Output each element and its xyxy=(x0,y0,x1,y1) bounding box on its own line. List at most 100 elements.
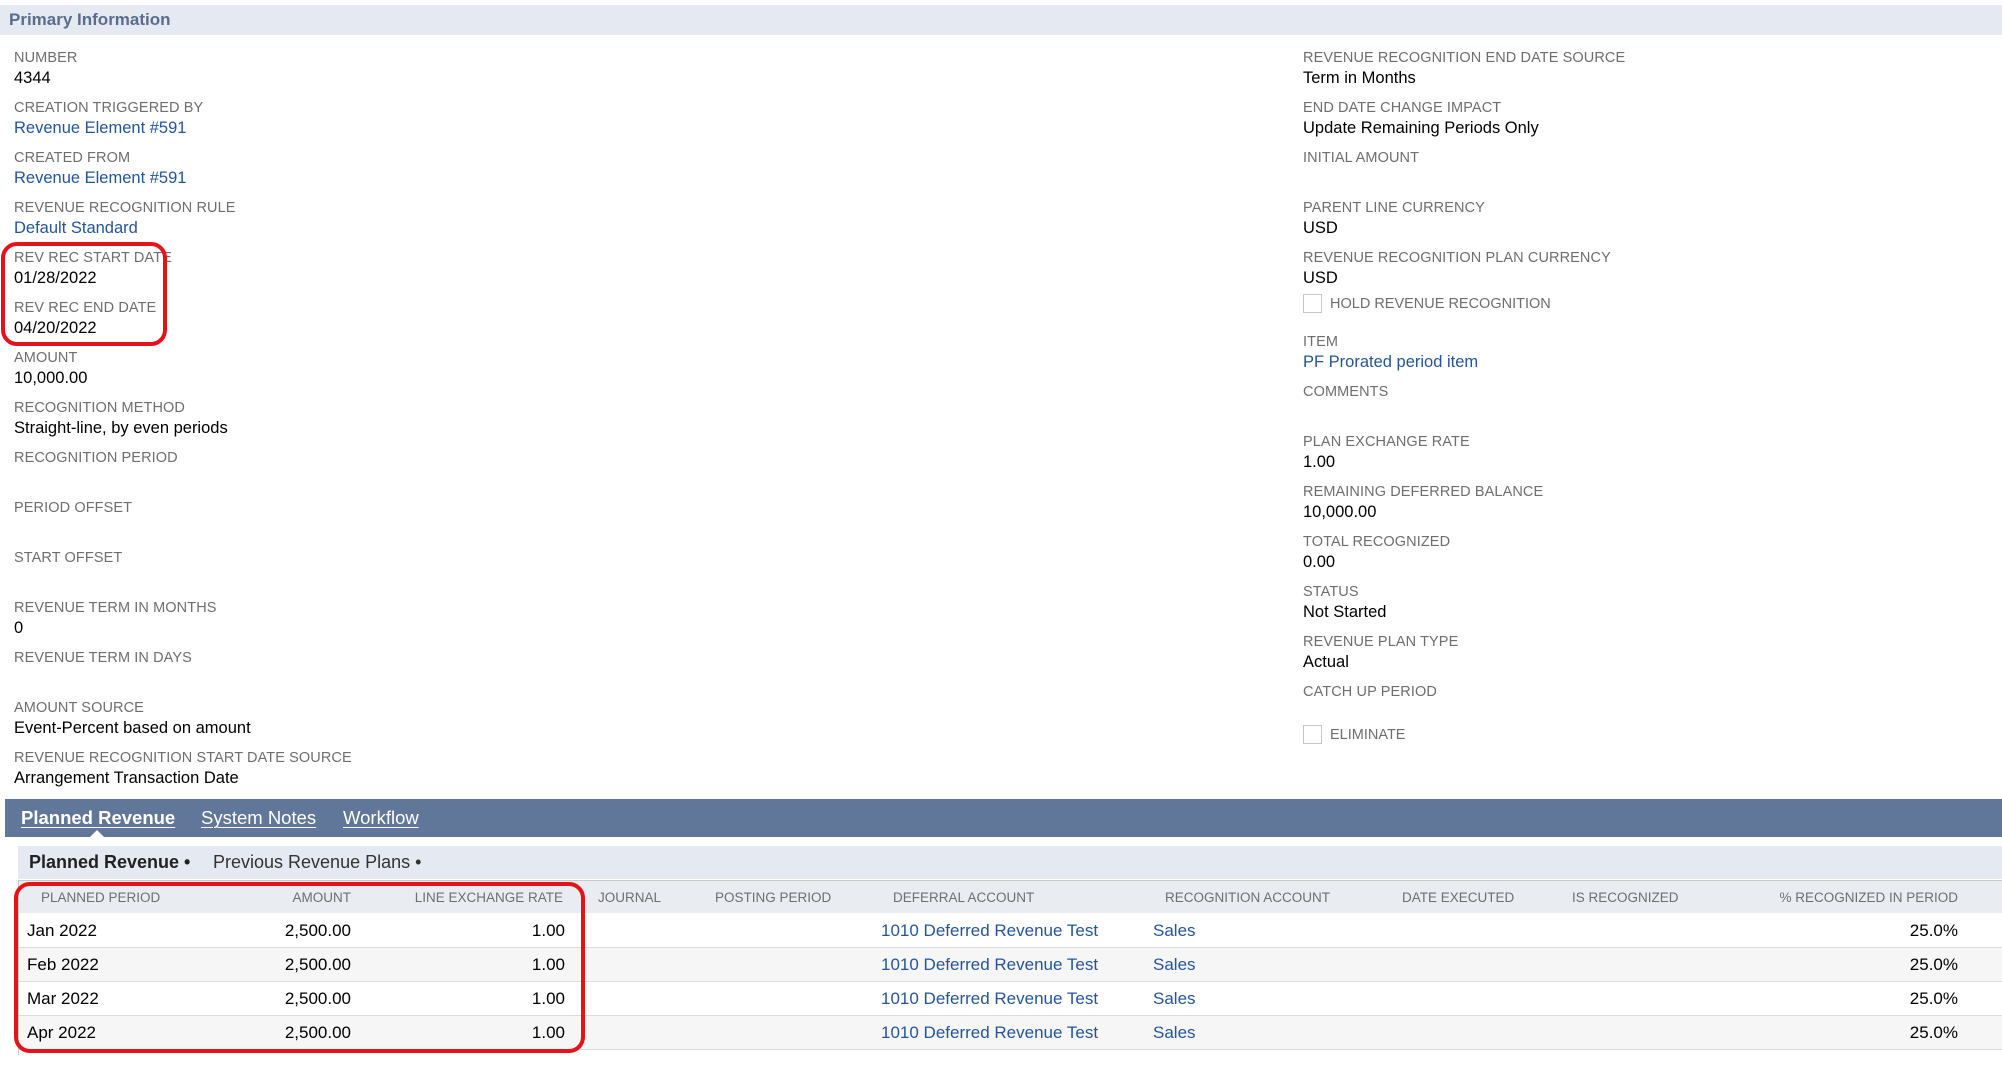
cell-line-exchange-rate: 1.00 xyxy=(531,955,565,974)
planned-revenue-table: PLANNED PERIOD AMOUNT LINE EXCHANGE RATE… xyxy=(18,880,2002,1055)
field-amount-source: AMOUNT SOURCE Event-Percent based on amo… xyxy=(14,698,251,739)
field-initial-amount: INITIAL AMOUNT xyxy=(1303,148,1419,168)
field-rev-rec-end-date: REV REC END DATE 04/20/2022 xyxy=(14,298,156,339)
cell-line-exchange-rate: 1.00 xyxy=(531,921,565,940)
field-amount: AMOUNT 10,000.00 xyxy=(14,348,87,389)
deferral-account-link[interactable]: 1010 Deferred Revenue Test xyxy=(881,1016,1098,1050)
field-label: RECOGNITION PERIOD xyxy=(14,450,178,466)
table-row[interactable]: Feb 2022 2,500.00 1.00 1010 Deferred Rev… xyxy=(19,948,2002,982)
column-header-date-executed[interactable]: DATE EXECUTED xyxy=(1402,881,1514,914)
field-number: NUMBER 4344 xyxy=(14,48,77,89)
cell-planned-period: Jan 2022 xyxy=(27,921,97,940)
field-plan-currency: REVENUE RECOGNITION PLAN CURRENCY USD xyxy=(1303,248,1611,289)
field-label: INITIAL AMOUNT xyxy=(1303,150,1420,166)
field-value: Update Remaining Periods Only xyxy=(1303,119,1539,137)
cell-line-exchange-rate: 1.00 xyxy=(531,1023,565,1042)
recognition-account-link[interactable]: Sales xyxy=(1153,1016,1196,1050)
tab-workflow[interactable]: Workflow xyxy=(343,799,419,837)
cell-planned-period: Apr 2022 xyxy=(27,1023,96,1042)
field-plan-exchange-rate: PLAN EXCHANGE RATE 1.00 xyxy=(1303,432,1470,473)
cell-pct-recognized: 25.0% xyxy=(1909,989,1958,1008)
field-label: CREATION TRIGGERED BY xyxy=(14,100,204,116)
revenue-rule-link[interactable]: Default Standard xyxy=(14,218,236,239)
field-label: START OFFSET xyxy=(14,550,123,566)
field-remaining-deferred-balance: REMAINING DEFERRED BALANCE 10,000.00 xyxy=(1303,482,1543,523)
cell-pct-recognized: 25.0% xyxy=(1909,955,1958,974)
item-link[interactable]: PF Prorated period item xyxy=(1303,352,1478,373)
field-value: USD xyxy=(1303,269,1338,287)
field-revenue-term-in-months: REVENUE TERM IN MONTHS 0 xyxy=(14,598,217,639)
field-value: 4344 xyxy=(14,69,51,87)
table-row[interactable]: Apr 2022 2,500.00 1.00 1010 Deferred Rev… xyxy=(19,1016,2002,1050)
subtab-planned-revenue[interactable]: Planned Revenue • xyxy=(29,846,190,879)
recognition-account-link[interactable]: Sales xyxy=(1153,948,1196,982)
cell-pct-recognized: 25.0% xyxy=(1909,921,1958,940)
table-row[interactable]: Jan 2022 2,500.00 1.00 1010 Deferred Rev… xyxy=(19,914,2002,948)
cell-amount: 2,500.00 xyxy=(284,1023,351,1042)
deferral-account-link[interactable]: 1010 Deferred Revenue Test xyxy=(881,914,1098,948)
column-header-recognition-account[interactable]: RECOGNITION ACCOUNT xyxy=(1165,881,1330,914)
field-created-from: CREATED FROM Revenue Element #591 xyxy=(14,148,186,189)
field-label: PERIOD OFFSET xyxy=(14,500,133,516)
column-header-pct-recognized[interactable]: % RECOGNIZED IN PERIOD xyxy=(1719,881,1958,914)
field-revenue-recognition-rule: REVENUE RECOGNITION RULE Default Standar… xyxy=(14,198,236,239)
subtab-previous-revenue-plans[interactable]: Previous Revenue Plans • xyxy=(213,846,421,879)
recognition-account-link[interactable]: Sales xyxy=(1153,982,1196,1016)
field-value: USD xyxy=(1303,219,1338,237)
field-label: PLAN EXCHANGE RATE xyxy=(1303,434,1470,450)
field-value: 01/28/2022 xyxy=(14,269,97,287)
field-label: AMOUNT SOURCE xyxy=(14,700,144,716)
checkbox-box[interactable] xyxy=(1303,725,1322,744)
field-label: END DATE CHANGE IMPACT xyxy=(1303,100,1502,116)
cell-amount: 2,500.00 xyxy=(284,921,351,940)
deferral-account-link[interactable]: 1010 Deferred Revenue Test xyxy=(881,982,1098,1016)
field-label: REVENUE RECOGNITION START DATE SOURCE xyxy=(14,750,352,766)
field-value: Actual xyxy=(1303,653,1349,671)
column-header-journal[interactable]: JOURNAL xyxy=(598,881,661,914)
tab-system-notes[interactable]: System Notes xyxy=(201,799,316,837)
hold-revenue-recognition-checkbox[interactable]: HOLD REVENUE RECOGNITION xyxy=(1303,294,1603,316)
field-label: COMMENTS xyxy=(1303,384,1389,400)
main-tab-bar: Planned Revenue System Notes Workflow xyxy=(5,799,2002,837)
field-value: 0 xyxy=(14,619,24,637)
sub-tab-bar: Planned Revenue • Previous Revenue Plans… xyxy=(18,846,2002,879)
field-catch-up-period: CATCH UP PERIOD xyxy=(1303,682,1437,702)
checkbox-box[interactable] xyxy=(1303,294,1322,313)
field-label: REMAINING DEFERRED BALANCE xyxy=(1303,484,1544,500)
field-value: Arrangement Transaction Date xyxy=(14,769,239,787)
eliminate-checkbox[interactable]: ELIMINATE xyxy=(1303,725,1603,747)
field-value: 0.00 xyxy=(1303,553,1336,571)
field-creation-triggered-by: CREATION TRIGGERED BY Revenue Element #5… xyxy=(14,98,203,139)
created-from-link[interactable]: Revenue Element #591 xyxy=(14,168,186,189)
field-comments: COMMENTS xyxy=(1303,382,1388,402)
field-label: STATUS xyxy=(1303,584,1359,600)
column-header-posting-period[interactable]: POSTING PERIOD xyxy=(715,881,831,914)
column-header-planned-period[interactable]: PLANNED PERIOD xyxy=(41,881,160,914)
field-status: STATUS Not Started xyxy=(1303,582,1386,623)
field-label: CREATED FROM xyxy=(14,150,131,166)
recognition-account-link[interactable]: Sales xyxy=(1153,914,1196,948)
column-header-line-exchange-rate[interactable]: LINE EXCHANGE RATE xyxy=(359,881,563,914)
deferral-account-link[interactable]: 1010 Deferred Revenue Test xyxy=(881,948,1098,982)
column-header-amount[interactable]: AMOUNT xyxy=(179,881,352,914)
cell-planned-period: Mar 2022 xyxy=(27,989,99,1008)
table-row[interactable]: Mar 2022 2,500.00 1.00 1010 Deferred Rev… xyxy=(19,982,2002,1016)
checkbox-label: HOLD REVENUE RECOGNITION xyxy=(1330,296,1551,312)
field-label: NUMBER xyxy=(14,50,78,66)
field-value: 10,000.00 xyxy=(14,369,88,387)
cell-line-exchange-rate: 1.00 xyxy=(531,989,565,1008)
field-label: REVENUE RECOGNITION END DATE SOURCE xyxy=(1303,50,1626,66)
column-header-is-recognized[interactable]: IS RECOGNIZED xyxy=(1572,881,1679,914)
cell-amount: 2,500.00 xyxy=(284,989,351,1008)
cell-planned-period: Feb 2022 xyxy=(27,955,99,974)
section-title-primary-information[interactable]: Primary Information xyxy=(0,5,2002,35)
field-label: REV REC START DATE xyxy=(14,250,172,266)
field-value: Term in Months xyxy=(1303,69,1416,87)
column-header-deferral-account[interactable]: DEFERRAL ACCOUNT xyxy=(893,881,1034,914)
field-label: REVENUE TERM IN DAYS xyxy=(14,650,192,666)
field-label: TOTAL RECOGNIZED xyxy=(1303,534,1451,550)
revenue-element-link[interactable]: Revenue Element #591 xyxy=(14,118,203,139)
field-label: REVENUE TERM IN MONTHS xyxy=(14,600,217,616)
field-label: REVENUE RECOGNITION RULE xyxy=(14,200,236,216)
field-value: 10,000.00 xyxy=(1303,503,1377,521)
